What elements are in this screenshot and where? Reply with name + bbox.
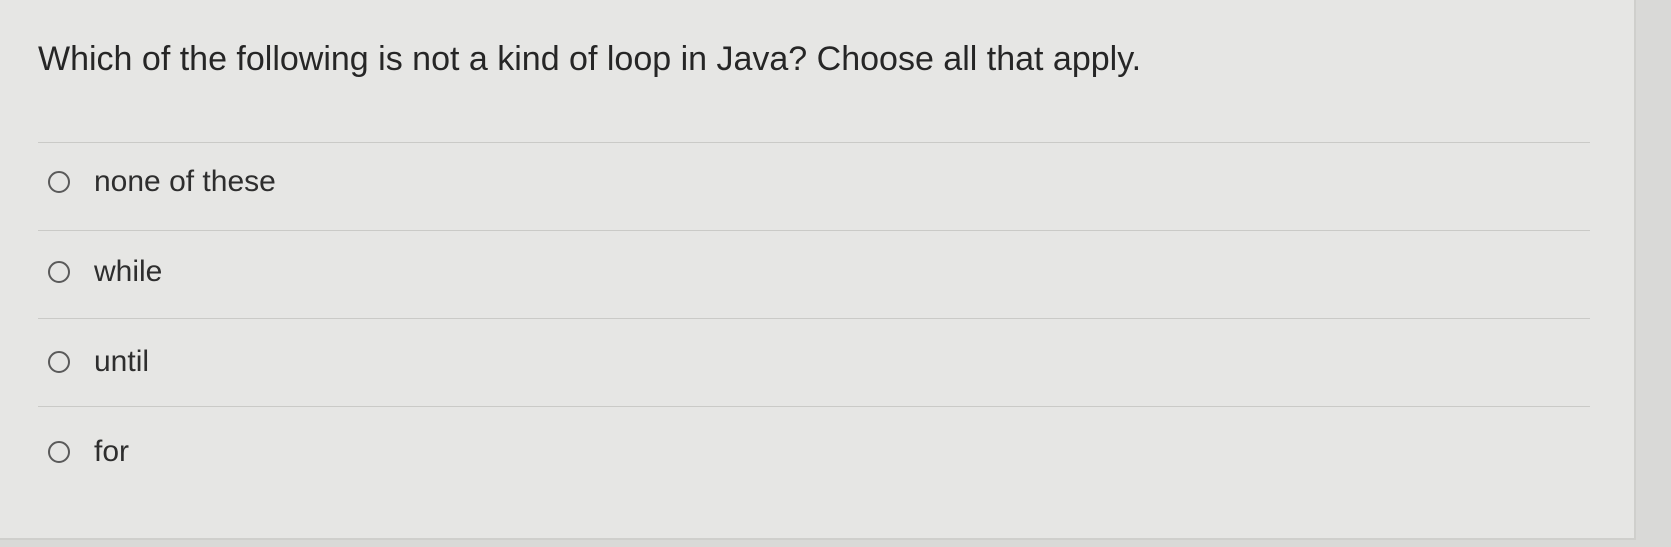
option-until[interactable]: until [48, 342, 149, 382]
option-while[interactable]: while [48, 252, 162, 292]
option-none-of-these[interactable]: none of these [48, 162, 276, 202]
option-label: until [94, 345, 150, 378]
divider [38, 230, 1590, 231]
radio-button-icon[interactable] [48, 441, 70, 463]
radio-button-icon[interactable] [48, 351, 70, 373]
question-text: Which of the following is not a kind of … [38, 40, 1142, 78]
divider [38, 142, 1590, 143]
divider [38, 406, 1590, 407]
option-label: while [94, 255, 163, 288]
divider [38, 318, 1590, 319]
option-label: none of these [94, 165, 276, 198]
option-for[interactable]: for [48, 432, 129, 472]
radio-button-icon[interactable] [48, 171, 70, 193]
option-label: for [94, 435, 130, 468]
radio-button-icon[interactable] [48, 261, 70, 283]
question-card: Which of the following is not a kind of … [0, 0, 1636, 540]
